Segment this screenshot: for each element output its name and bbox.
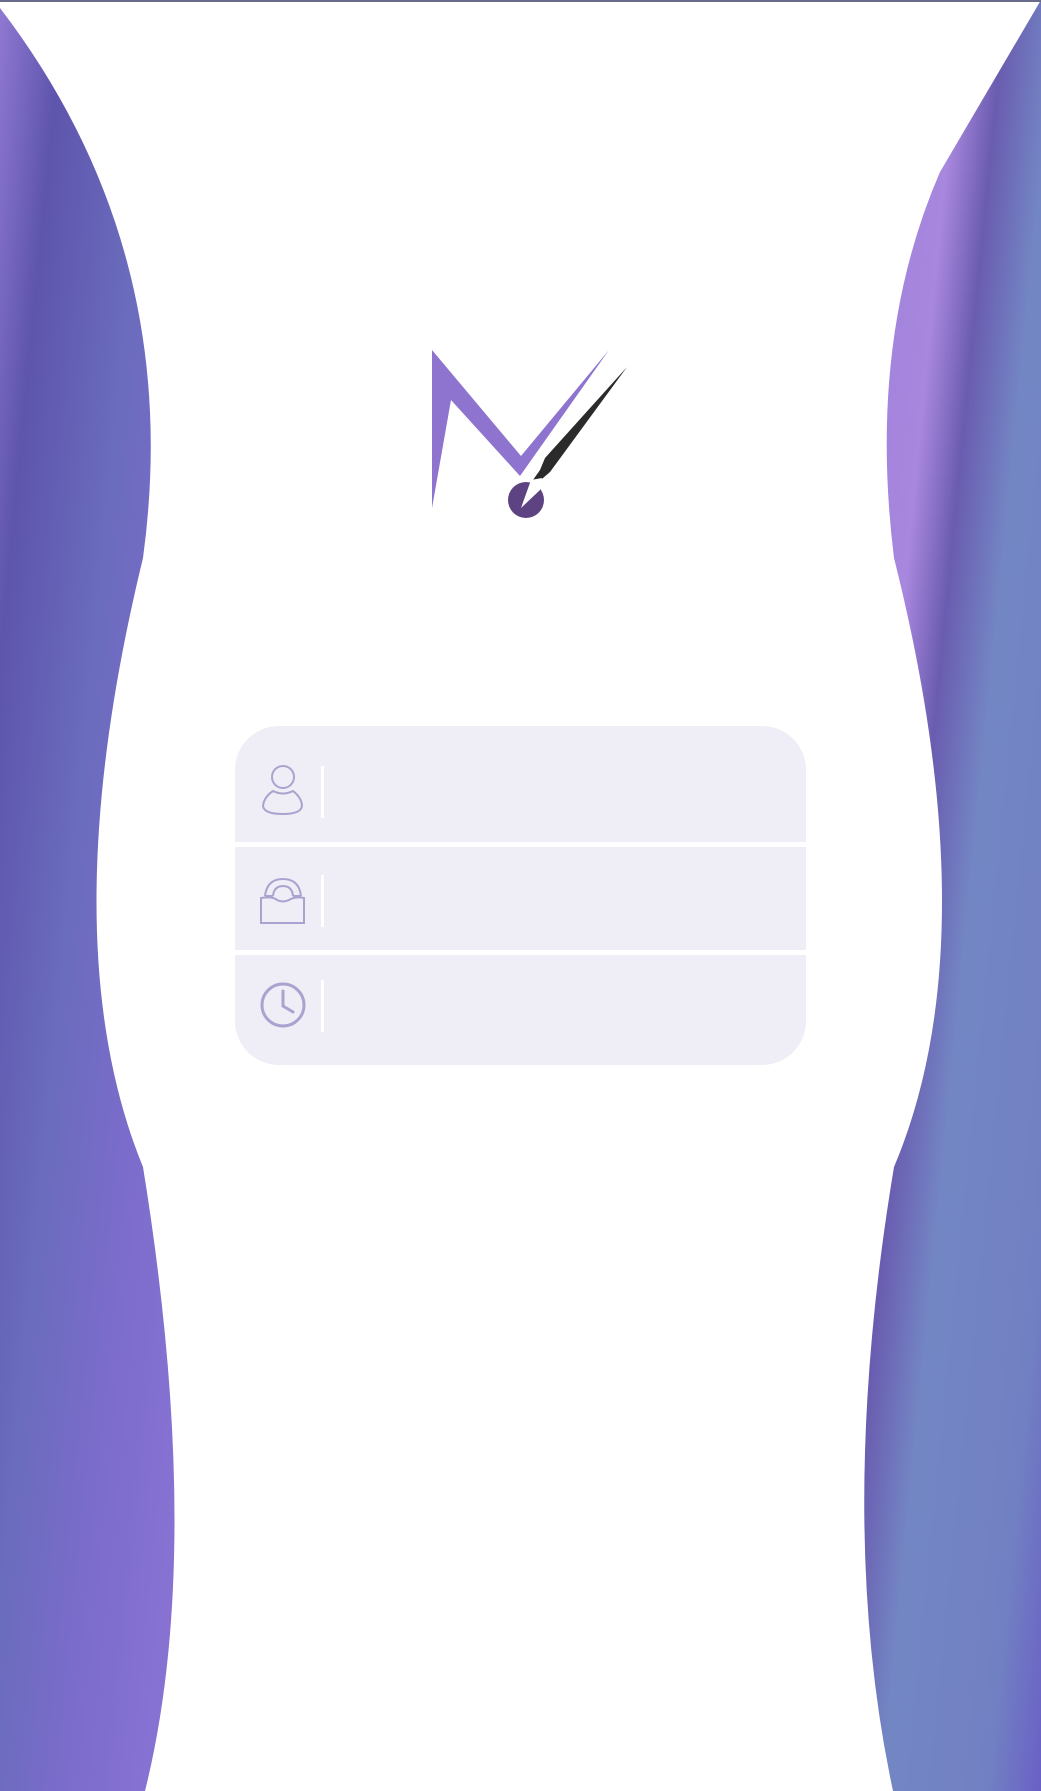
lock-icon <box>260 877 305 924</box>
verification-row <box>235 955 806 1065</box>
logo-dark-stroke <box>521 367 627 497</box>
verification-divider <box>321 980 324 1032</box>
password-row <box>235 847 806 950</box>
user-icon <box>261 765 304 816</box>
clock-icon <box>260 982 306 1028</box>
top-border <box>0 0 1041 2</box>
password-divider <box>321 875 324 927</box>
password-input[interactable] <box>339 875 779 927</box>
right-wave <box>864 0 1041 1791</box>
left-wave <box>0 8 175 1791</box>
verification-input[interactable] <box>339 980 779 1032</box>
login-form <box>235 726 806 1065</box>
username-row <box>235 726 806 842</box>
username-input[interactable] <box>339 766 779 818</box>
username-divider <box>321 766 324 818</box>
m-checkmark-logo <box>432 350 627 518</box>
